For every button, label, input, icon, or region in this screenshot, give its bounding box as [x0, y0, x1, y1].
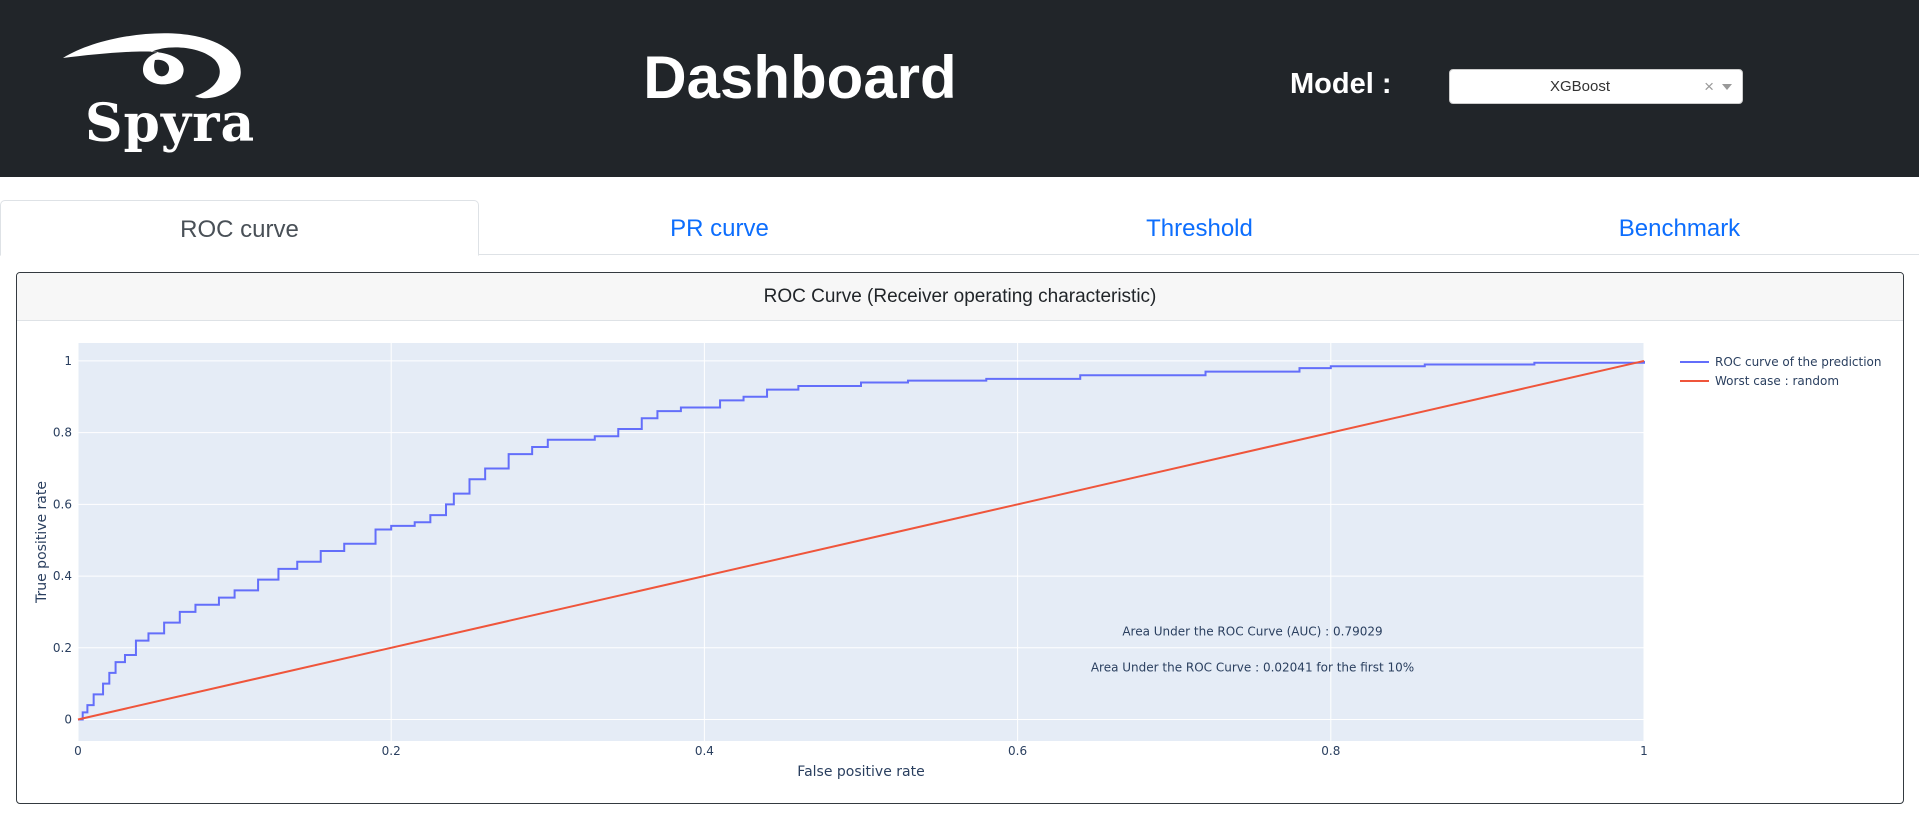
x-tick-label: 0.8: [1321, 744, 1340, 758]
x-axis-label: False positive rate: [797, 764, 924, 780]
x-tick-label: 1: [1640, 744, 1648, 758]
tab-bar: ROC curve PR curve Threshold Benchmark: [0, 200, 1919, 256]
model-label: Model :: [1290, 68, 1392, 100]
y-tick-label: 0.6: [53, 497, 72, 511]
annotation-text: Area Under the ROC Curve (AUC) : 0.79029: [1122, 625, 1382, 639]
legend-label: Worst case : random: [1715, 374, 1839, 388]
x-tick-label: 0.2: [382, 744, 401, 758]
chevron-down-icon[interactable]: [1722, 84, 1732, 90]
model-selected-value: XGBoost: [1549, 78, 1611, 95]
roc-chart: 0 0.2 0.4 0.6 0.8 1 0 0.2 0.4 0.6 0.8 1 False positi…: [34, 343, 1882, 780]
annotation-text: Area Under the ROC Curve : 0.02041 for t…: [1091, 660, 1414, 674]
spyra-logo: Spyra: [55, 30, 255, 160]
logo-text: Spyra: [85, 93, 256, 154]
x-tick-label: 0.6: [1008, 744, 1027, 758]
y-axis-label: True positive rate: [34, 481, 50, 604]
page-title: Dashboard: [643, 44, 957, 111]
y-tick-label: 1: [64, 354, 72, 368]
roc-card: ROC Curve (Receiver operating characteri…: [16, 272, 1904, 804]
y-tick-label: 0.8: [53, 426, 72, 440]
tab-threshold[interactable]: Threshold: [960, 200, 1439, 255]
y-tick-label: 0: [64, 712, 72, 726]
model-dropdown[interactable]: XGBoost ×: [1449, 69, 1743, 104]
tab-benchmark[interactable]: Benchmark: [1440, 200, 1919, 255]
x-tick-label: 0: [74, 744, 82, 758]
tab-pr-curve[interactable]: PR curve: [480, 200, 959, 255]
top-navbar: Spyra Dashboard Model : XGBoost ×: [0, 0, 1919, 177]
y-tick-label: 0.4: [53, 569, 72, 583]
card-title: ROC Curve (Receiver operating characteri…: [17, 273, 1903, 321]
y-tick-label: 0.2: [53, 641, 72, 655]
plot-area: [78, 343, 1644, 741]
tab-roc-curve[interactable]: ROC curve: [0, 200, 479, 256]
x-tick-label: 0.4: [695, 744, 714, 758]
clear-icon[interactable]: ×: [1704, 70, 1714, 103]
legend-label: ROC curve of the prediction: [1715, 355, 1882, 369]
